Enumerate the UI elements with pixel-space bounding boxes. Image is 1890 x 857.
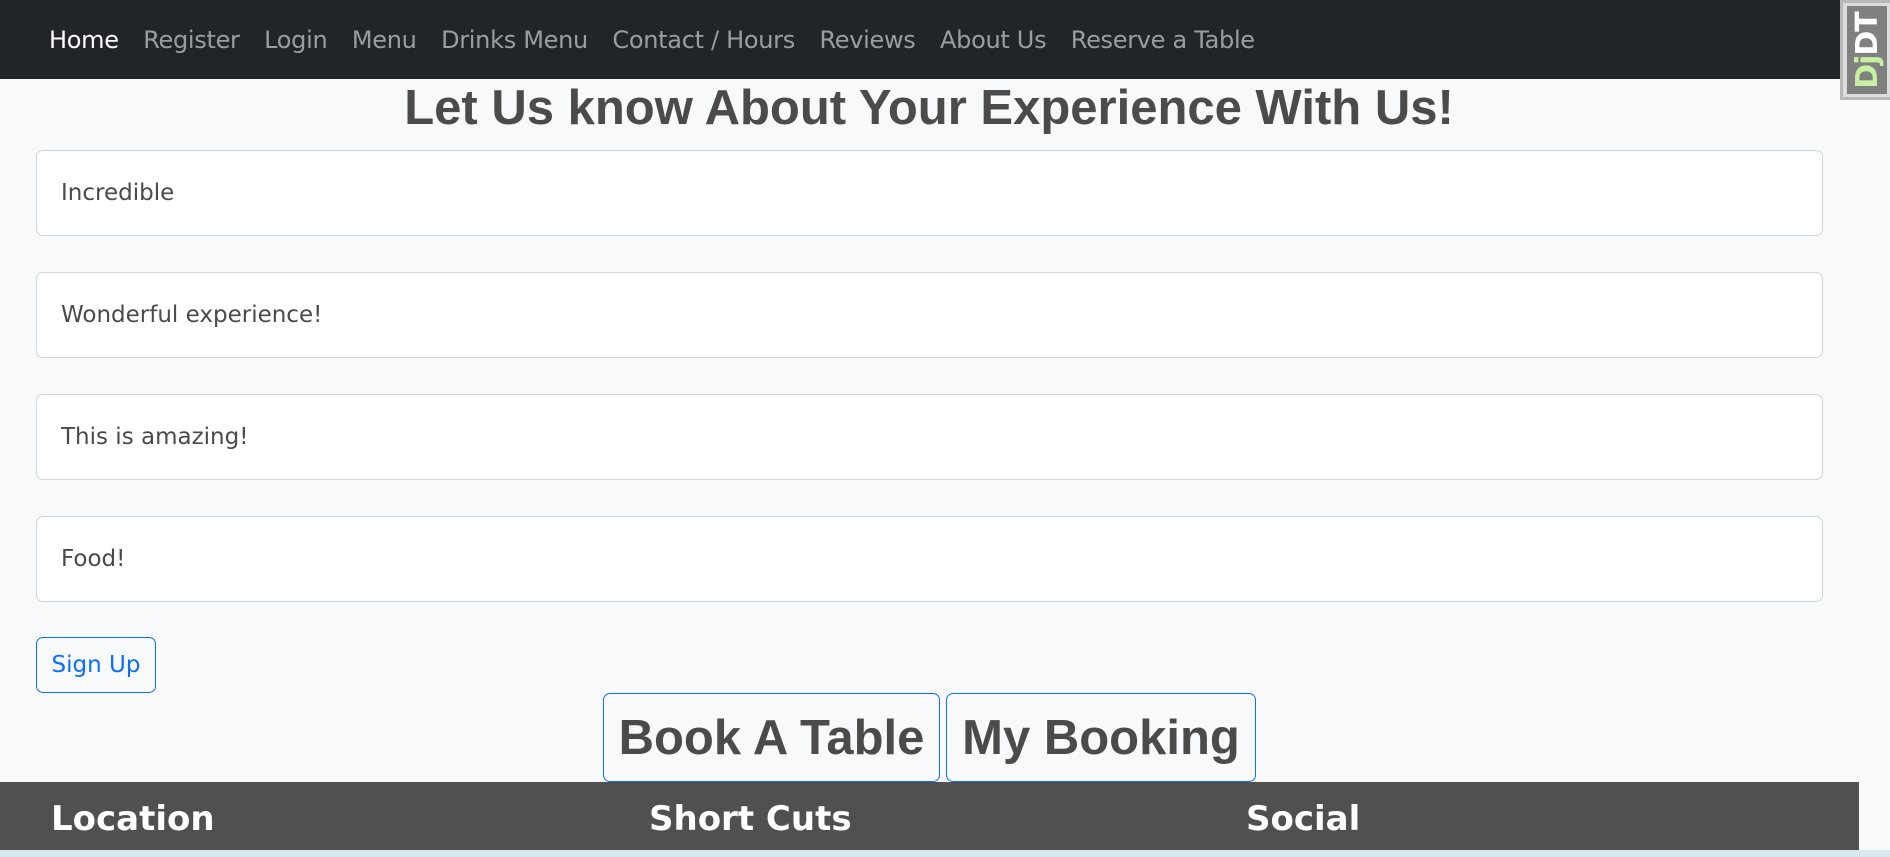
nav-link-login[interactable]: Login <box>264 26 328 54</box>
nav-link-drinks-menu[interactable]: Drinks Menu <box>441 26 588 54</box>
nav-link-reviews[interactable]: Reviews <box>819 26 915 54</box>
djdt-logo-dt: DT <box>1849 11 1885 56</box>
review-item: Incredible <box>36 150 1823 236</box>
review-item: Food! <box>36 516 1823 602</box>
sign-up-button[interactable]: Sign Up <box>36 637 156 693</box>
nav-link-contact-hours[interactable]: Contact / Hours <box>612 26 795 54</box>
main-navbar: Home Register Login Menu Drinks Menu Con… <box>0 0 1890 79</box>
review-text: Incredible <box>61 180 175 206</box>
footer-heading-social: Social <box>1246 799 1361 839</box>
footer-heading-shortcuts: Short Cuts <box>649 799 852 839</box>
nav-link-about-us[interactable]: About Us <box>940 26 1047 54</box>
review-text: This is amazing! <box>61 424 249 450</box>
nav-link-register[interactable]: Register <box>143 26 240 54</box>
nav-link-menu[interactable]: Menu <box>352 26 417 54</box>
nav-link-reserve-table[interactable]: Reserve a Table <box>1071 26 1255 54</box>
review-item: Wonderful experience! <box>36 272 1823 358</box>
review-item: This is amazing! <box>36 394 1823 480</box>
page-title: Let Us know About Your Experience With U… <box>404 81 1454 135</box>
review-text: Food! <box>61 546 126 572</box>
my-booking-button[interactable]: My Booking <box>946 693 1256 782</box>
review-text: Wonderful experience! <box>61 302 323 328</box>
nav-link-home[interactable]: Home <box>49 26 119 54</box>
djdt-logo: DjDT <box>1850 12 1885 89</box>
site-footer: Location Short Cuts Social <box>0 782 1859 850</box>
book-table-button[interactable]: Book A Table <box>603 693 940 782</box>
footer-heading-location: Location <box>51 799 215 839</box>
page-bottom-strip <box>0 850 1890 857</box>
